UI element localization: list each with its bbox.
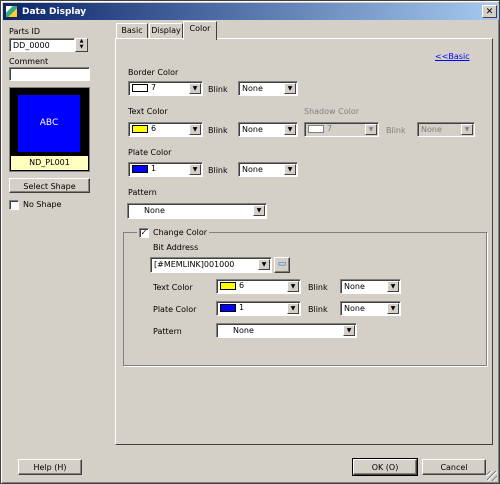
change-pattern-select[interactable]: None ▼ (216, 323, 357, 338)
plate-color-value: 1 (151, 164, 157, 173)
shadow-color-label: Shadow Color (304, 107, 359, 116)
comment-field[interactable] (9, 67, 90, 81)
title-bar: Data Display ✕ (3, 3, 499, 20)
change-plate-color-select[interactable]: 1 ▼ (216, 301, 301, 316)
shadow-blink-select: None ▼ (417, 122, 475, 137)
tab-basic[interactable]: Basic (116, 23, 148, 39)
change-plate-blink-select[interactable]: None ▼ (340, 301, 401, 316)
text-blink-value: None (242, 125, 263, 134)
shadow-color-select: 7 ▼ (304, 122, 379, 137)
change-plate-blink-label: Blink (308, 305, 328, 314)
change-text-color-label: Text Color (153, 283, 193, 292)
shadow-blink-value: None (421, 125, 442, 134)
change-pattern-label: Pattern (153, 327, 182, 336)
preview-plate: ABC (18, 95, 80, 152)
plate-color-select[interactable]: 1 ▼ (128, 162, 203, 177)
border-color-value: 7 (151, 83, 157, 92)
cancel-button[interactable]: Cancel (422, 459, 486, 475)
window-title: Data Display (22, 6, 87, 17)
parts-id-field[interactable]: DD_0000 (9, 38, 75, 52)
plate-blink-label: Blink (208, 166, 228, 175)
text-color-value: 6 (151, 124, 157, 133)
plate-blink-value: None (242, 165, 263, 174)
chevron-down-icon[interactable]: ▼ (189, 164, 201, 175)
chevron-down-icon[interactable]: ▼ (387, 281, 399, 292)
border-blink-value: None (242, 84, 263, 93)
border-color-select[interactable]: 7 ▼ (128, 81, 203, 96)
change-plate-color-label: Plate Color (153, 305, 197, 314)
bit-address-label: Bit Address (153, 243, 199, 252)
chevron-down-icon[interactable]: ▼ (284, 164, 296, 175)
plate-blink-select[interactable]: None ▼ (238, 162, 298, 177)
no-shape-checkbox[interactable] (9, 200, 19, 210)
shadow-blink-label: Blink (386, 126, 406, 135)
change-text-color-select[interactable]: 6 ▼ (216, 279, 301, 294)
shape-preview[interactable]: ABC ND_PL001 (9, 87, 90, 172)
chevron-down-icon[interactable]: ▼ (287, 303, 299, 314)
tab-color[interactable]: Color (183, 21, 217, 40)
text-swatch (132, 125, 148, 133)
bit-address-value: [#MEMLINK]001000 (154, 260, 235, 269)
border-blink-select[interactable]: None ▼ (238, 81, 298, 96)
change-plate-swatch (220, 304, 236, 312)
change-pattern-value: None (233, 326, 254, 335)
chevron-down-icon[interactable]: ▼ (387, 303, 399, 314)
app-icon (5, 5, 18, 18)
spin-down-icon[interactable]: ▼ (76, 45, 87, 51)
tab-display[interactable]: Display (149, 23, 183, 39)
close-button[interactable]: ✕ (482, 5, 497, 18)
change-color-checkbox[interactable]: ✓ (139, 228, 149, 238)
text-blink-label: Blink (208, 126, 228, 135)
address-input-keypad-icon[interactable]: ▭ (274, 257, 290, 273)
change-text-swatch (220, 282, 236, 290)
plate-color-label: Plate Color (128, 148, 172, 157)
change-text-blink-value: None (344, 282, 365, 291)
chevron-down-icon: ▼ (461, 124, 473, 135)
shadow-color-value: 7 (327, 124, 333, 133)
bit-address-select[interactable]: [#MEMLINK]001000 ▼ (150, 257, 272, 273)
pattern-value: None (144, 206, 165, 215)
pattern-label: Pattern (128, 188, 157, 197)
chevron-down-icon[interactable]: ▼ (253, 205, 265, 216)
preview-name: ND_PL001 (11, 156, 88, 170)
text-color-select[interactable]: 6 ▼ (128, 122, 203, 137)
select-shape-button[interactable]: Select Shape (9, 178, 90, 193)
parts-id-spinner[interactable]: ▲ ▼ (75, 38, 88, 52)
change-text-blink-label: Blink (308, 283, 328, 292)
text-blink-select[interactable]: None ▼ (238, 122, 298, 137)
no-shape-label: No Shape (23, 200, 62, 209)
chevron-down-icon[interactable]: ▼ (287, 281, 299, 292)
chevron-down-icon[interactable]: ▼ (284, 83, 296, 94)
chevron-down-icon[interactable]: ▼ (343, 325, 355, 336)
change-plate-color-value: 1 (239, 303, 245, 312)
change-color-group (123, 232, 487, 366)
help-button[interactable]: Help (H) (18, 459, 82, 475)
parts-id-label: Parts ID (9, 27, 41, 36)
chevron-down-icon[interactable]: ▼ (284, 124, 296, 135)
ok-button[interactable]: OK (O) (352, 458, 418, 476)
pattern-select[interactable]: None ▼ (127, 203, 267, 219)
border-color-label: Border Color (128, 68, 179, 77)
change-text-blink-select[interactable]: None ▼ (340, 279, 401, 294)
change-plate-blink-value: None (344, 304, 365, 313)
border-swatch (132, 84, 148, 92)
data-display-dialog: Data Display ✕ Parts ID DD_0000 ▲ ▼ Comme… (0, 0, 500, 484)
comment-label: Comment (9, 57, 49, 66)
shadow-swatch (308, 125, 324, 133)
resize-grip-icon[interactable] (487, 471, 497, 481)
chevron-down-icon[interactable]: ▼ (189, 83, 201, 94)
text-color-label: Text Color (128, 107, 168, 116)
change-color-label: Change Color (153, 228, 208, 237)
change-text-color-value: 6 (239, 281, 245, 290)
basic-link[interactable]: <<Basic (435, 52, 470, 61)
chevron-down-icon[interactable]: ▼ (258, 259, 270, 270)
border-blink-label: Blink (208, 85, 228, 94)
plate-swatch (132, 165, 148, 173)
chevron-down-icon: ▼ (365, 124, 377, 135)
chevron-down-icon[interactable]: ▼ (189, 124, 201, 135)
